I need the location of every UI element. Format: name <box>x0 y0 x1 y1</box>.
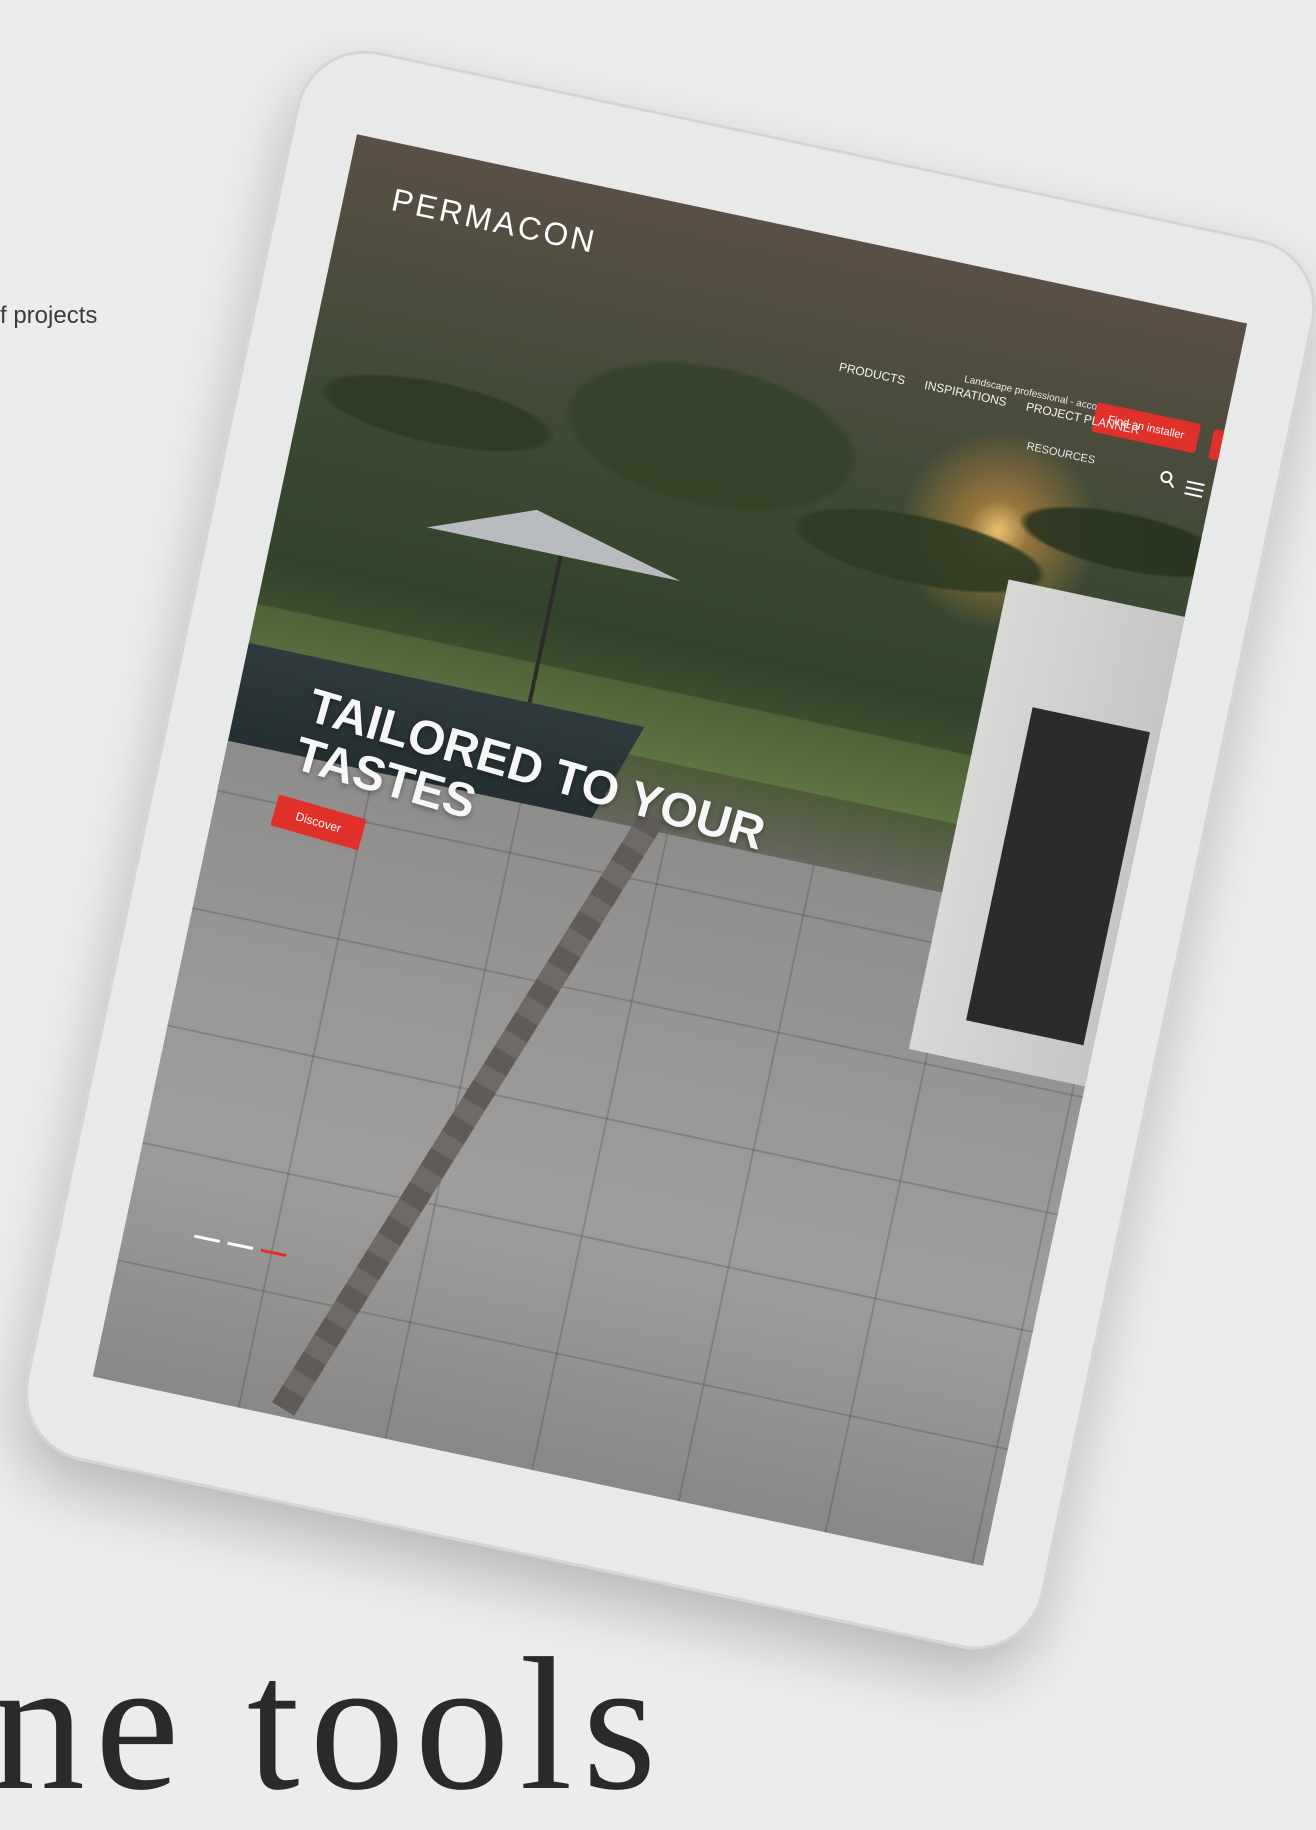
site-logo[interactable]: PERMACON <box>388 181 601 261</box>
tablet-screen: PERMACON Landscape professional - accoun… <box>92 134 1248 1566</box>
search-icon[interactable] <box>1157 469 1178 490</box>
menu-icon[interactable] <box>1184 478 1205 499</box>
page-snippet: f projects <box>0 302 98 329</box>
tablet-device: PERMACON Landscape professional - accoun… <box>11 37 1316 1663</box>
page-headline: ne tools <box>0 1620 667 1830</box>
